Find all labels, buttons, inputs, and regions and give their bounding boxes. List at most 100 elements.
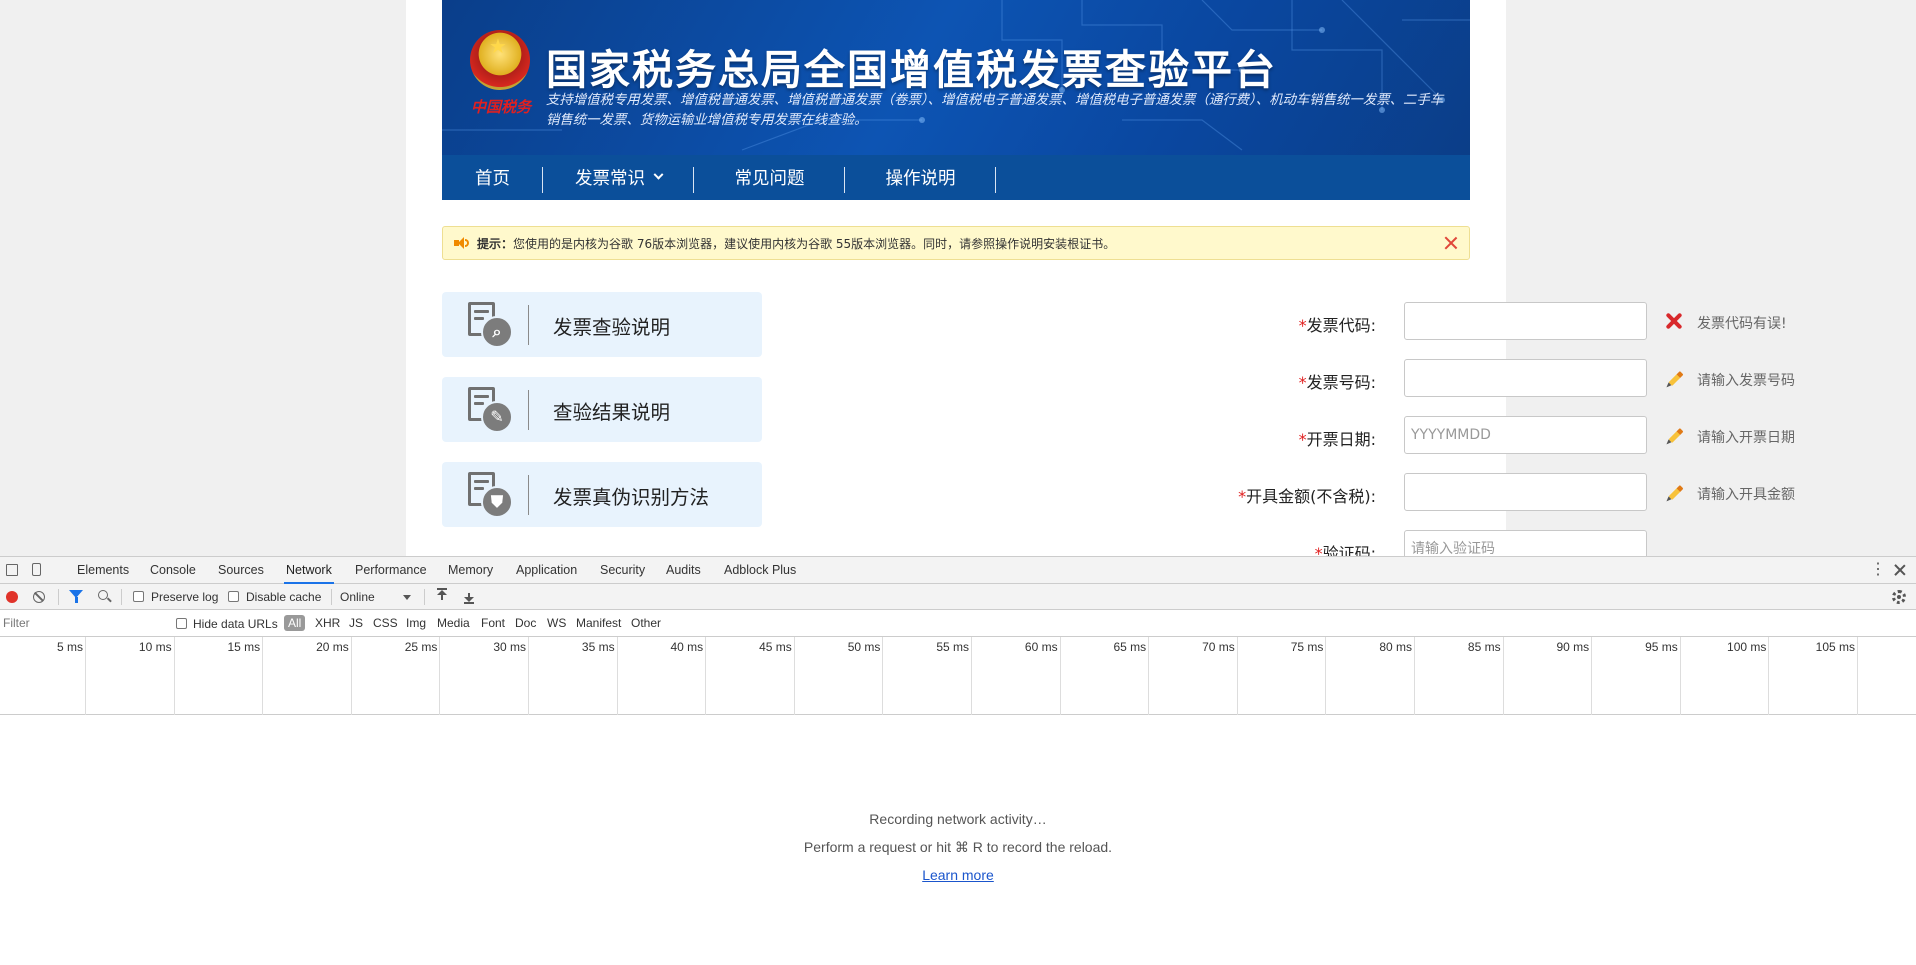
timeline-tick: 45 ms xyxy=(759,637,795,715)
timeline-tick-label: 60 ms xyxy=(1024,640,1058,654)
timeline-tick-label: 100 ms xyxy=(1727,640,1767,654)
nav-item-instructions[interactable]: 操作说明 xyxy=(845,155,996,200)
tab-console[interactable]: Console xyxy=(148,557,198,584)
type-filter-ws[interactable]: WS xyxy=(547,616,566,630)
timeline-tick: 15 ms xyxy=(228,637,264,715)
invoice-date-input[interactable] xyxy=(1404,416,1647,454)
form-row-invoice-date: *开票日期: 请输入开票日期 xyxy=(1106,416,1826,454)
tab-audits[interactable]: Audits xyxy=(664,557,703,584)
timeline-tick-label: 85 ms xyxy=(1467,640,1501,654)
export-har-icon[interactable] xyxy=(464,590,474,604)
type-filter-css[interactable]: CSS xyxy=(373,616,398,630)
type-filter-js[interactable]: JS xyxy=(349,616,363,630)
close-icon[interactable] xyxy=(1893,563,1907,577)
site-subtitle: 支持增值税专用发票、增值税普通发票、增值税普通发票（卷票）、增值税电子普通发票、… xyxy=(546,93,1444,128)
preserve-log-checkbox[interactable] xyxy=(133,591,144,602)
tab-network[interactable]: Network xyxy=(284,557,334,584)
notice-label: 提示： xyxy=(477,236,514,251)
disable-cache-checkbox[interactable] xyxy=(228,591,239,602)
captcha-label: *验证码: xyxy=(1315,540,1376,556)
timeline-tick-label: 20 ms xyxy=(316,640,349,654)
type-filter-manifest[interactable]: Manifest xyxy=(576,616,621,630)
timeline-tick: 20 ms xyxy=(316,637,352,715)
side-card-result-instructions[interactable]: ✎ 查验结果说明 xyxy=(442,377,762,442)
timeline-tick-label: 65 ms xyxy=(1113,640,1147,654)
timeline-tick: 5 ms xyxy=(57,637,86,715)
invoice-number-input[interactable] xyxy=(1404,359,1647,397)
nav-item-invoice-knowledge[interactable]: 发票常识 xyxy=(543,155,694,200)
tab-sources[interactable]: Sources xyxy=(216,557,266,584)
more-options-icon[interactable]: ⋮ xyxy=(1870,561,1886,579)
empty-state: Recording network activity… Perform a re… xyxy=(0,805,1916,889)
nav-item-home[interactable]: 首页 xyxy=(442,155,543,200)
side-card-check-instructions[interactable]: ⌕ 发票查验说明 xyxy=(442,292,762,357)
pencil-icon xyxy=(1666,484,1684,500)
site-title: 国家税务总局全国增值税发票查验平台 xyxy=(546,46,1277,94)
device-toolbar-icon[interactable] xyxy=(32,563,41,576)
invoice-code-input[interactable] xyxy=(1404,302,1647,340)
hide-data-urls-checkbox[interactable] xyxy=(176,618,187,629)
gear-icon[interactable] xyxy=(1892,590,1906,604)
type-filter-all[interactable]: All xyxy=(284,615,306,631)
close-icon[interactable] xyxy=(1443,235,1459,251)
tab-elements[interactable]: Elements xyxy=(75,557,131,584)
type-filter-img[interactable]: Img xyxy=(406,616,426,630)
main-nav: 首页 发票常识 常见问题 操作说明 xyxy=(442,155,1470,200)
tab-application[interactable]: Application xyxy=(514,557,579,584)
type-filter-doc[interactable]: Doc xyxy=(515,616,536,630)
timeline-tick: 30 ms xyxy=(493,637,529,715)
emblem-star-icon: ★ xyxy=(489,34,507,58)
document-shield-icon: ⛊ xyxy=(468,470,514,520)
network-toolbar: Preserve log Disable cache Online xyxy=(0,584,1916,610)
filter-icon[interactable] xyxy=(69,590,83,603)
type-filter-xhr[interactable]: XHR xyxy=(315,616,340,630)
amount-hint: 请输入开具金额 xyxy=(1697,487,1795,503)
type-filter-font[interactable]: Font xyxy=(481,616,505,630)
error-x-icon xyxy=(1666,313,1682,329)
side-card-authenticity-methods[interactable]: ⛊ 发票真伪识别方法 xyxy=(442,462,762,527)
learn-more-link[interactable]: Learn more xyxy=(922,867,994,883)
record-icon[interactable] xyxy=(6,591,18,603)
timeline-tick-label: 25 ms xyxy=(404,640,438,654)
required-mark: * xyxy=(1298,316,1307,335)
timeline-tick: 35 ms xyxy=(582,637,618,715)
devtools-panel: Elements Console Sources Network Perform… xyxy=(0,556,1916,965)
form-row-invoice-code: *发票代码: 发票代码有误! xyxy=(1106,302,1826,340)
timeline-tick: 70 ms xyxy=(1202,637,1238,715)
tab-performance[interactable]: Performance xyxy=(353,557,429,584)
type-filter-media[interactable]: Media xyxy=(437,616,470,630)
inspect-element-icon[interactable] xyxy=(6,564,18,576)
timeline-tick-label: 55 ms xyxy=(936,640,969,654)
nav-item-faq[interactable]: 常见问题 xyxy=(694,155,845,200)
form-row-captcha: *验证码: xyxy=(1106,530,1826,556)
pencil-icon xyxy=(1666,370,1684,386)
import-har-icon[interactable] xyxy=(437,588,447,602)
type-filter-other[interactable]: Other xyxy=(631,616,661,630)
tab-memory[interactable]: Memory xyxy=(446,557,495,584)
timeline-tick: 10 ms xyxy=(139,637,175,715)
network-overview-timeline[interactable]: 5 ms 10 ms 15 ms 20 ms 25 ms 30 ms 35 ms 40 ms 4… xyxy=(0,637,1916,715)
search-icon[interactable] xyxy=(98,590,108,600)
field-label: 开具金额(不含税): xyxy=(1246,487,1376,506)
chevron-down-icon xyxy=(653,169,664,180)
timeline-tick: 50 ms xyxy=(848,637,884,715)
captcha-input[interactable] xyxy=(1404,530,1647,556)
empty-state-hint: Perform a request or hit ⌘ R to record t… xyxy=(803,839,1113,855)
nav-item-label: 操作说明 xyxy=(885,169,956,189)
timeline-tick: 85 ms xyxy=(1468,637,1504,715)
timeline-tick-label: 75 ms xyxy=(1290,640,1324,654)
timeline-tick-label: 90 ms xyxy=(1556,640,1590,654)
throttling-select[interactable]: Online xyxy=(340,590,375,604)
tab-security[interactable]: Security xyxy=(598,557,647,584)
timeline-tick-label: 95 ms xyxy=(1645,640,1678,654)
amount-input[interactable] xyxy=(1404,473,1647,511)
filter-input[interactable] xyxy=(0,614,163,632)
timeline-tick-label: 10 ms xyxy=(138,640,172,654)
browser-page: ★ 中国税务 国家税务总局全国增值税发票查验平台 支持增值税专用发票、增值税普通… xyxy=(0,0,1916,556)
timeline-tick: 105 ms xyxy=(1816,637,1858,715)
document-edit-icon: ✎ xyxy=(468,385,514,435)
clear-icon[interactable] xyxy=(33,591,45,603)
speaker-icon xyxy=(453,236,469,250)
tab-adblock-plus[interactable]: Adblock Plus xyxy=(722,557,798,584)
invoice-date-hint: 请输入开票日期 xyxy=(1697,430,1795,446)
